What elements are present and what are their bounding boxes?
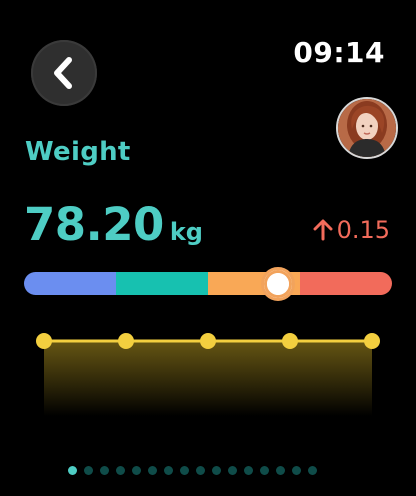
trend-point bbox=[36, 333, 52, 349]
page-dot bbox=[132, 466, 141, 475]
chevron-left-icon bbox=[54, 57, 72, 89]
range-thumb[interactable] bbox=[260, 267, 295, 301]
page-dot bbox=[164, 466, 173, 475]
back-button[interactable] bbox=[31, 40, 97, 106]
page-dot bbox=[100, 466, 109, 475]
page-dot bbox=[68, 466, 77, 475]
trend-chart bbox=[36, 333, 380, 416]
metric-value-row: 78.20 kg bbox=[24, 198, 203, 251]
metric-value: 78.20 bbox=[24, 198, 164, 251]
page-dot bbox=[244, 466, 253, 475]
trend-area bbox=[44, 341, 372, 416]
page-dot bbox=[180, 466, 189, 475]
page-indicator bbox=[68, 466, 317, 475]
trend-point bbox=[118, 333, 134, 349]
range-segment-2 bbox=[116, 272, 208, 295]
page-dot bbox=[228, 466, 237, 475]
page-dot bbox=[84, 466, 93, 475]
page-dot bbox=[308, 466, 317, 475]
page-dot bbox=[212, 466, 221, 475]
range-bar[interactable] bbox=[24, 272, 392, 295]
metric-delta: 0.15 bbox=[313, 216, 390, 244]
metric-delta-value: 0.15 bbox=[336, 216, 390, 244]
trend-point bbox=[200, 333, 216, 349]
profile-avatar[interactable] bbox=[336, 97, 398, 159]
page-dot bbox=[116, 466, 125, 475]
page-dot bbox=[260, 466, 269, 475]
user-avatar-icon bbox=[338, 99, 396, 157]
range-segment-1 bbox=[24, 272, 116, 295]
trend-point bbox=[282, 333, 298, 349]
page-dot bbox=[292, 466, 301, 475]
metric-unit: kg bbox=[169, 218, 203, 246]
page-dot bbox=[276, 466, 285, 475]
trend-point bbox=[364, 333, 380, 349]
page-dot bbox=[196, 466, 205, 475]
status-time: 09:14 bbox=[293, 36, 385, 69]
arrow-up-icon bbox=[313, 219, 333, 241]
range-segment-4 bbox=[300, 272, 392, 295]
metric-title: Weight bbox=[25, 137, 131, 167]
page-dot bbox=[148, 466, 157, 475]
